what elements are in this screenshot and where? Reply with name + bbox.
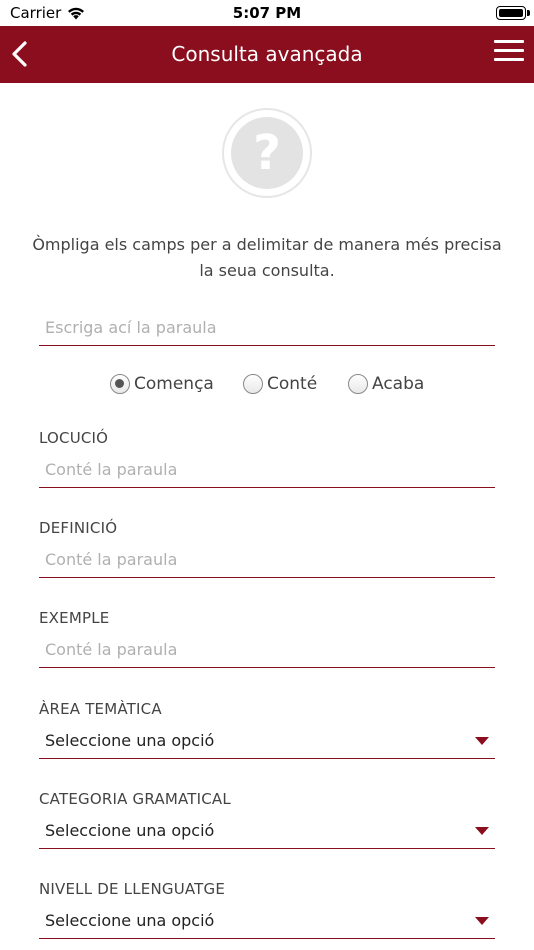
radio-label: Conté [267, 374, 318, 394]
nivell-llenguatge-label: NIVELL DE LLENGUATGE [39, 880, 226, 898]
question-mark-icon: ? [231, 117, 303, 189]
select-value: Seleccione una opció [45, 821, 215, 840]
locucio-field [39, 452, 495, 488]
radio-unchecked-icon [348, 374, 368, 394]
page-title: Consulta avançada [171, 42, 363, 66]
hamburger-menu-icon-line [494, 49, 524, 52]
search-field [39, 310, 495, 346]
match-options: Comença Conté Acaba [0, 374, 534, 400]
definicio-field [39, 542, 495, 578]
radio-unchecked-icon [243, 374, 263, 394]
status-bar: Carrier 5:07 PM [0, 0, 534, 26]
exemple-field [39, 632, 495, 668]
radio-label: Comença [134, 374, 214, 394]
menu-button[interactable] [494, 40, 524, 68]
locucio-label: LOCUCIÓ [39, 429, 109, 447]
area-tematica-label: ÀREA TEMÀTICA [39, 700, 162, 718]
back-button[interactable] [8, 36, 42, 72]
radio-acaba[interactable]: Acaba [348, 374, 424, 394]
select-value: Seleccione una opció [45, 731, 215, 750]
status-time: 5:07 PM [232, 4, 302, 22]
dropdown-caret-icon [475, 917, 489, 925]
dropdown-caret-icon [475, 827, 489, 835]
categoria-gramatical-label: CATEGORIA GRAMATICAL [39, 790, 231, 808]
exemple-input[interactable] [39, 632, 495, 667]
dropdown-caret-icon [475, 737, 489, 745]
definicio-label: DEFINICIÓ [39, 519, 118, 537]
hamburger-menu-icon-line [494, 58, 524, 61]
battery-icon [496, 6, 530, 20]
radio-checked-icon [110, 374, 130, 394]
search-input[interactable] [39, 310, 495, 345]
nivell-llenguatge-select[interactable]: Seleccione una opció [39, 903, 495, 939]
radio-comenca[interactable]: Comença [110, 374, 214, 394]
radio-label: Acaba [372, 374, 425, 394]
select-value: Seleccione una opció [45, 911, 215, 930]
exemple-label: EXEMPLE [39, 609, 110, 627]
chevron-left-icon [12, 41, 27, 67]
hamburger-menu-icon-line [494, 40, 524, 43]
help-badge: ? [222, 108, 312, 198]
definicio-input[interactable] [39, 542, 495, 577]
navigation-bar: Consulta avançada [0, 26, 534, 83]
locucio-input[interactable] [39, 452, 495, 487]
intro-text: Òmpliga els camps per a delimitar de man… [32, 235, 502, 280]
categoria-gramatical-select[interactable]: Seleccione una opció [39, 813, 495, 849]
area-tematica-select[interactable]: Seleccione una opció [39, 723, 495, 759]
radio-conte[interactable]: Conté [243, 374, 317, 394]
